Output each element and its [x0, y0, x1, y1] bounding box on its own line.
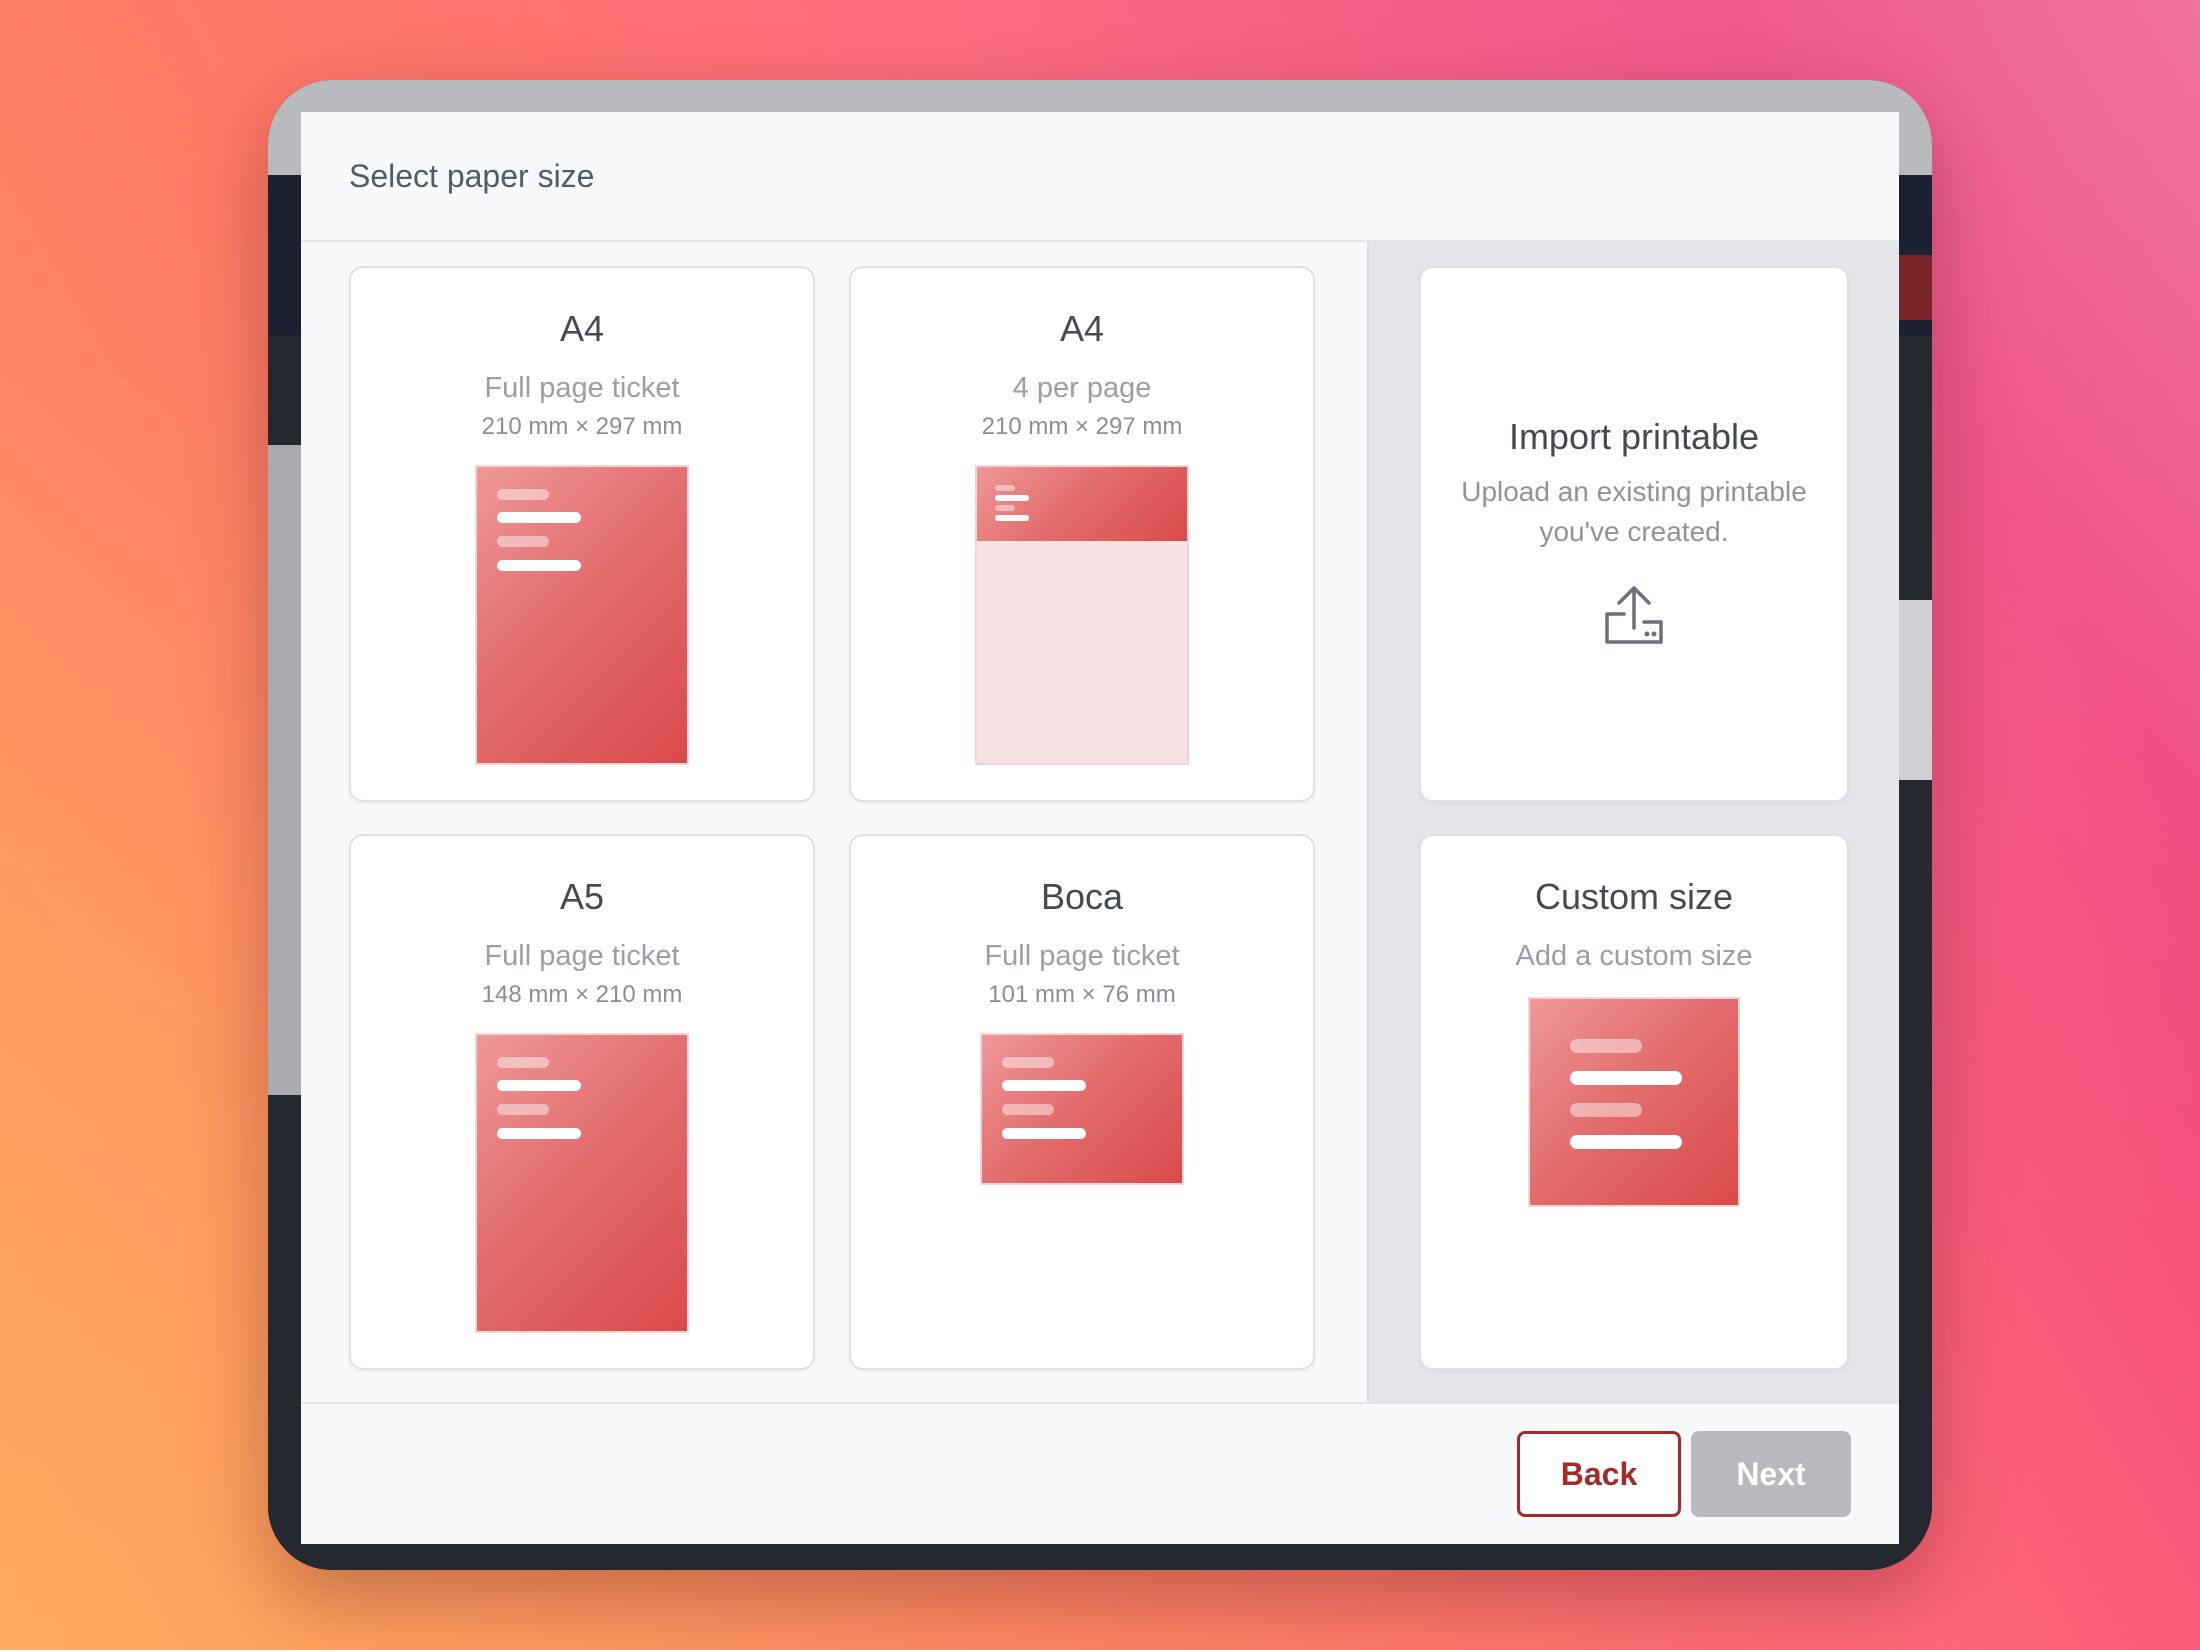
- preview-line: [497, 560, 581, 571]
- preview-line: [1002, 1128, 1086, 1139]
- paper-preview-quarter-ticket: [977, 467, 1187, 541]
- preview-line: [1570, 1135, 1682, 1149]
- modal-header: Select paper size: [301, 112, 1899, 242]
- paper-option-dimensions: 210 mm × 297 mm: [481, 413, 683, 440]
- preview-line: [497, 512, 581, 523]
- custom-size-title: Custom size: [1534, 876, 1734, 917]
- modal-footer: Back Next: [301, 1404, 1899, 1544]
- preview-line: [497, 1080, 581, 1091]
- paper-option-dimensions: 148 mm × 210 mm: [481, 981, 683, 1008]
- preview-line: [1002, 1080, 1086, 1091]
- app-background-accent: [1896, 255, 1932, 320]
- paper-option-title: A4: [559, 308, 605, 349]
- preview-line: [497, 489, 549, 500]
- paper-option-dimensions: 101 mm × 76 mm: [988, 981, 1176, 1008]
- paper-option-a4-quarter[interactable]: A4 4 per page 210 mm × 297 mm: [849, 266, 1315, 802]
- preview-line: [497, 1057, 549, 1068]
- next-button[interactable]: Next: [1691, 1431, 1851, 1517]
- paper-option-title: Boca: [1040, 876, 1124, 917]
- extra-options-pane: Import printable Upload an existing prin…: [1367, 242, 1899, 1402]
- paper-size-grid: A4 Full page ticket 210 mm × 297 mm A4 4…: [301, 242, 1367, 1402]
- import-printable-title: Import printable: [1508, 416, 1760, 457]
- import-printable-description: Upload an existing printable you've crea…: [1461, 476, 1807, 547]
- preview-line: [1570, 1103, 1642, 1117]
- custom-size-subtitle: Add a custom size: [1515, 940, 1753, 972]
- paper-option-title: A4: [1059, 308, 1105, 349]
- back-button[interactable]: Back: [1517, 1431, 1681, 1517]
- paper-option-boca[interactable]: Boca Full page ticket 101 mm × 76 mm: [849, 834, 1315, 1370]
- paper-option-a5[interactable]: A5 Full page ticket 148 mm × 210 mm: [349, 834, 815, 1370]
- import-printable-option[interactable]: Import printable Upload an existing prin…: [1419, 266, 1849, 802]
- paper-option-subtitle: 4 per page: [1012, 372, 1152, 404]
- preview-line: [497, 1128, 581, 1139]
- preview-line: [497, 536, 549, 547]
- paper-option-a4-full[interactable]: A4 Full page ticket 210 mm × 297 mm: [349, 266, 815, 802]
- paper-preview-custom: [1528, 997, 1740, 1207]
- paper-preview-a5: [475, 1033, 689, 1333]
- paper-preview-boca: [980, 1033, 1184, 1185]
- paper-option-subtitle: Full page ticket: [484, 372, 680, 404]
- paper-option-title: A5: [559, 876, 605, 917]
- custom-size-option[interactable]: Custom size Add a custom size: [1419, 834, 1849, 1370]
- upload-icon: [1605, 586, 1663, 644]
- preview-line: [995, 515, 1029, 521]
- preview-line: [1570, 1071, 1682, 1085]
- paper-preview-a4-full: [475, 465, 689, 765]
- preview-line: [1002, 1104, 1054, 1115]
- preview-line: [995, 505, 1015, 511]
- paper-option-subtitle: Full page ticket: [984, 940, 1180, 972]
- paper-size-modal: Select paper size A4 Full page ticket 21…: [301, 112, 1899, 1544]
- paper-option-subtitle: Full page ticket: [484, 940, 680, 972]
- app-background-panel: [1896, 600, 1932, 780]
- modal-body: A4 Full page ticket 210 mm × 297 mm A4 4…: [301, 242, 1899, 1404]
- preview-line: [1570, 1039, 1642, 1053]
- paper-preview-a4-quarter: [975, 465, 1189, 765]
- preview-line: [995, 485, 1015, 491]
- modal-title: Select paper size: [349, 157, 595, 194]
- preview-line: [497, 1104, 549, 1115]
- preview-line: [995, 495, 1029, 501]
- preview-line: [1002, 1057, 1054, 1068]
- paper-option-dimensions: 210 mm × 297 mm: [981, 413, 1183, 440]
